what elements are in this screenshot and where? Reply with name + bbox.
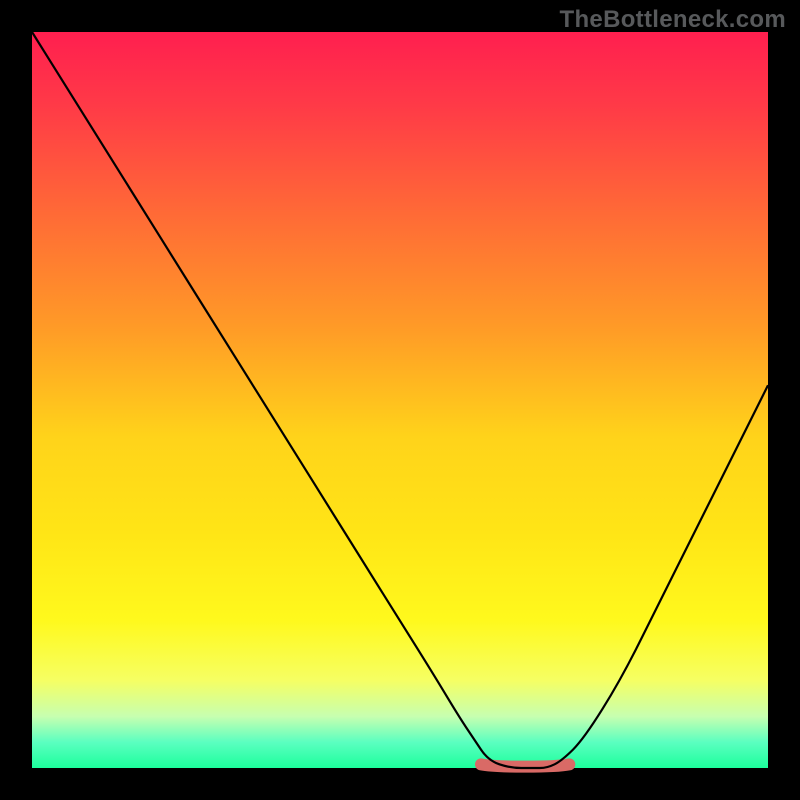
gradient-background	[32, 32, 768, 768]
chart-frame: TheBottleneck.com	[0, 0, 800, 800]
bottleneck-plot	[0, 0, 800, 800]
watermark-text: TheBottleneck.com	[560, 6, 786, 34]
